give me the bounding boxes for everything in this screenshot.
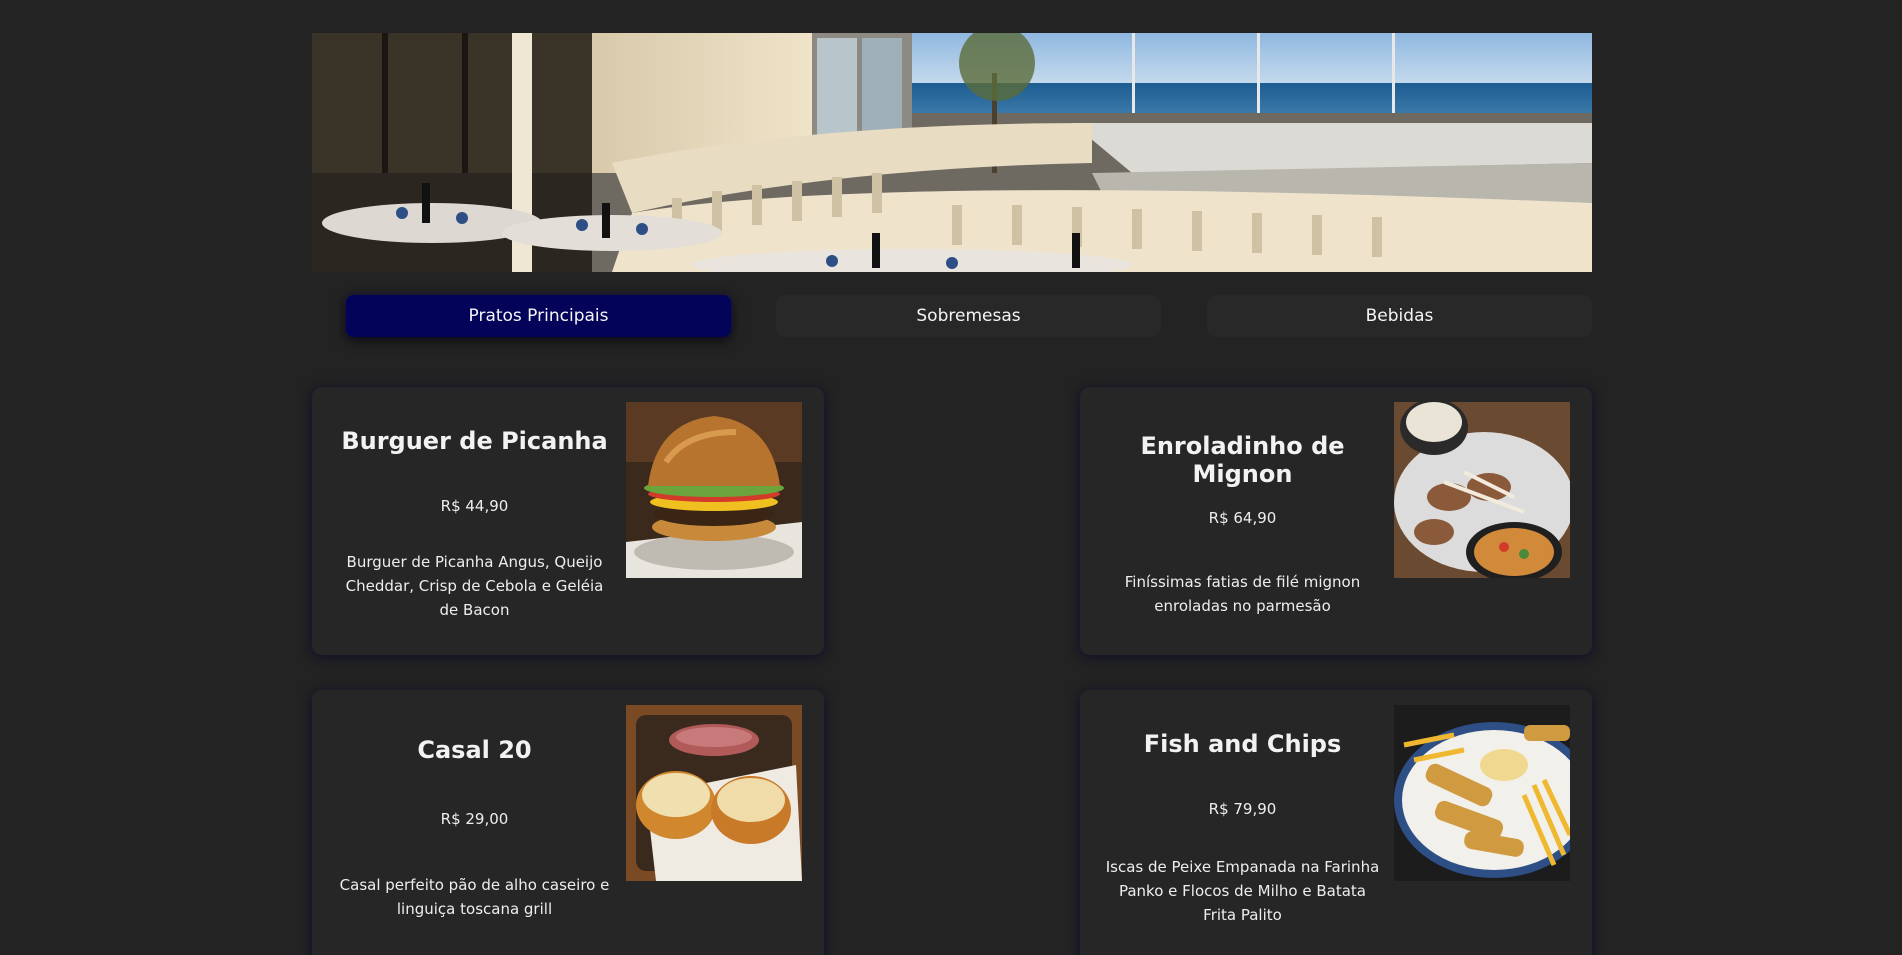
tab-label: Pratos Principais <box>468 306 609 326</box>
mignon-rolls-photo <box>1394 402 1570 578</box>
page: Pratos Principais Sobremesas Bebidas Bur… <box>0 0 1902 955</box>
menu-item-price: R$ 79,90 <box>1208 800 1277 818</box>
menu-item-description: Casal perfeito pão de alho caseiro e lin… <box>339 876 610 918</box>
menu-item-description: Iscas de Peixe Empanada na Farinha Panko… <box>1105 858 1380 924</box>
menu-item-name: Casal 20 <box>417 736 532 764</box>
menu-item-description: Burguer de Picanha Angus, Queijo Cheddar… <box>345 553 604 619</box>
fish-and-chips-photo <box>1394 705 1570 881</box>
menu-item-card[interactable]: Enroladinho de Mignon R$ 64,90 Finíssima… <box>1080 387 1592 655</box>
menu-item-name: Enroladinho de Mignon <box>1140 432 1345 488</box>
tab-pratos-principais[interactable]: Pratos Principais <box>346 295 731 337</box>
menu-item-price: R$ 64,90 <box>1208 509 1277 527</box>
menu-item-name: Burguer de Picanha <box>341 427 608 455</box>
menu-item-price: R$ 44,90 <box>440 497 509 515</box>
menu-item-card[interactable]: Casal 20 R$ 29,00 Casal perfeito pão de … <box>312 690 824 955</box>
tab-label: Bebidas <box>1365 306 1434 326</box>
garlic-bread-sausage-photo <box>626 705 802 881</box>
menu-item-description: Finíssimas fatias de filé mignon enrolad… <box>1124 573 1361 615</box>
tab-bebidas[interactable]: Bebidas <box>1207 295 1592 337</box>
restaurant-banner-image <box>312 33 1592 272</box>
tab-label: Sobremesas <box>916 306 1021 326</box>
menu-item-name: Fish and Chips <box>1143 730 1342 758</box>
menu-item-price: R$ 29,00 <box>440 810 509 828</box>
tab-sobremesas[interactable]: Sobremesas <box>776 295 1161 337</box>
menu-item-card[interactable]: Fish and Chips R$ 79,90 Iscas de Peixe E… <box>1080 690 1592 955</box>
menu-item-card[interactable]: Burguer de Picanha R$ 44,90 Burguer de P… <box>312 387 824 655</box>
burger-photo <box>626 402 802 578</box>
